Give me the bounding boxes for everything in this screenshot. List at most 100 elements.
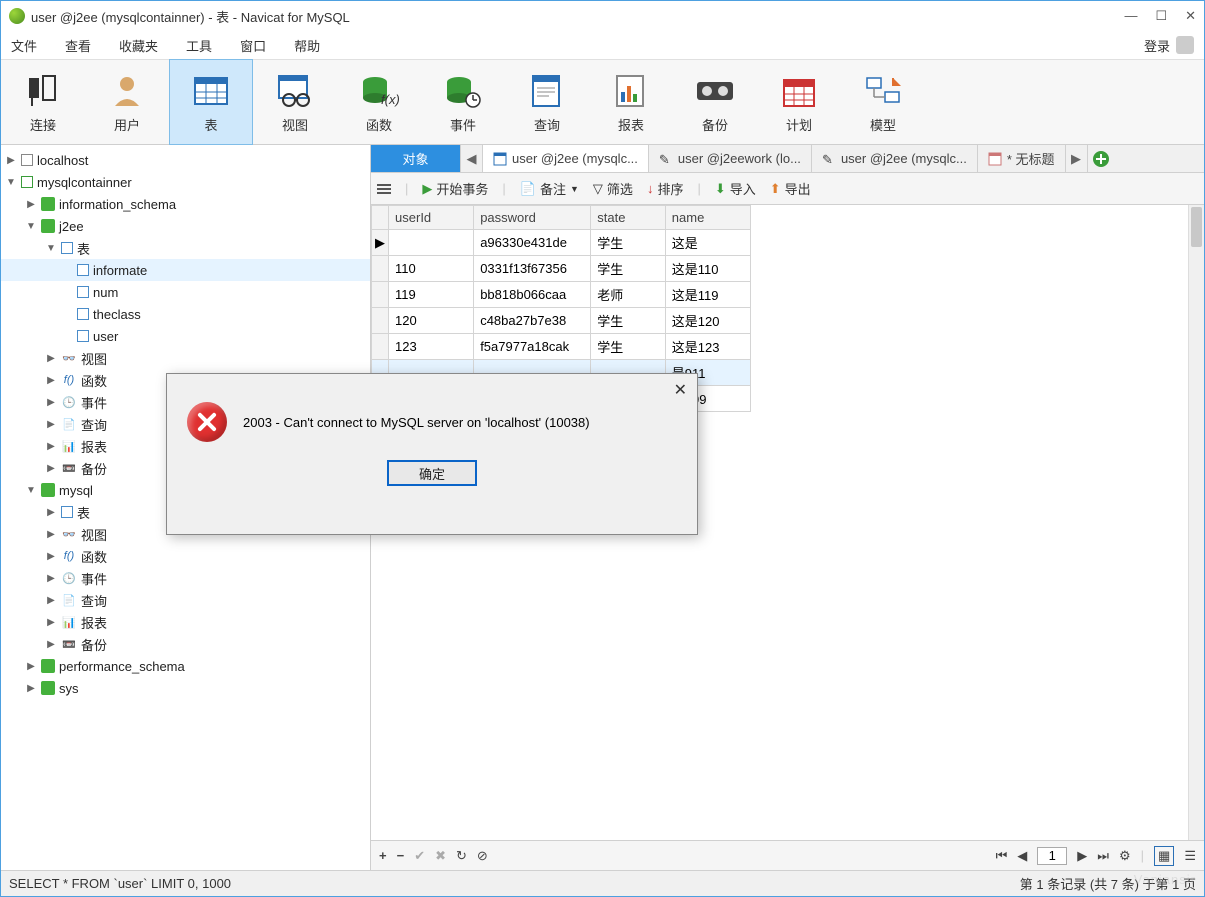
- tree-table-informate[interactable]: informate: [1, 259, 370, 281]
- cell-state[interactable]: 老师: [591, 282, 666, 308]
- toolbar-model[interactable]: 模型: [841, 60, 925, 144]
- tree-events2[interactable]: ▶🕒事件: [1, 567, 370, 589]
- vertical-scrollbar[interactable]: [1188, 205, 1204, 840]
- cell-name[interactable]: 这是110: [665, 256, 750, 282]
- cancel-button[interactable]: ✖: [435, 848, 446, 864]
- cell-password[interactable]: c48ba27b7e38: [474, 308, 591, 334]
- tree-db-sys[interactable]: ▶sys: [1, 677, 370, 699]
- menu-tools[interactable]: 工具: [186, 36, 212, 55]
- tab-next[interactable]: ▶: [1066, 145, 1088, 172]
- toolbar-table[interactable]: 表: [169, 59, 253, 145]
- menu-file[interactable]: 文件: [11, 36, 37, 55]
- dialog-ok-button[interactable]: 确定: [387, 460, 477, 486]
- close-button[interactable]: ✕: [1185, 8, 1196, 24]
- add-row-button[interactable]: +: [379, 848, 387, 863]
- tree-table-theclass[interactable]: theclass: [1, 303, 370, 325]
- delete-row-button[interactable]: −: [397, 848, 405, 863]
- tree-functions2[interactable]: ▶f()函数: [1, 545, 370, 567]
- col-password[interactable]: password: [474, 206, 591, 230]
- table-row[interactable]: ▶a96330e431de学生这是: [372, 230, 751, 256]
- toolbar-backup[interactable]: 备份: [673, 60, 757, 144]
- cell-state[interactable]: 学生: [591, 230, 666, 256]
- table-row[interactable]: 1100331f13f67356学生这是110: [372, 256, 751, 282]
- cell-userId[interactable]: 119: [389, 282, 474, 308]
- note-button[interactable]: 📄备注▼: [520, 179, 579, 198]
- col-name[interactable]: name: [665, 206, 750, 230]
- toolbar-view[interactable]: 视图: [253, 60, 337, 144]
- dialog-close-button[interactable]: ✕: [674, 380, 687, 400]
- last-page-button[interactable]: ⏭: [1097, 848, 1109, 864]
- cell-userId[interactable]: [389, 230, 474, 256]
- cell-password[interactable]: bb818b066caa: [474, 282, 591, 308]
- cell-state[interactable]: 学生: [591, 308, 666, 334]
- tree-table-num[interactable]: num: [1, 281, 370, 303]
- begin-transaction-button[interactable]: ▶开始事务: [422, 179, 488, 198]
- tab-user-j2ee-1[interactable]: user @j2ee (mysqlc...: [483, 145, 649, 172]
- cell-userId[interactable]: 120: [389, 308, 474, 334]
- cell-name[interactable]: 这是120: [665, 308, 750, 334]
- col-state[interactable]: state: [591, 206, 666, 230]
- prev-page-button[interactable]: ◀: [1017, 848, 1027, 864]
- commit-button[interactable]: ✔: [414, 848, 425, 864]
- export-button[interactable]: ⬆导出: [770, 179, 811, 198]
- form-view-button[interactable]: ☰: [1184, 848, 1196, 864]
- toolbar-query[interactable]: 查询: [505, 60, 589, 144]
- toolbar-user[interactable]: 用户: [85, 60, 169, 144]
- cell-userId[interactable]: 123: [389, 334, 474, 360]
- table-row[interactable]: 120c48ba27b7e38学生这是120: [372, 308, 751, 334]
- toolbar-function[interactable]: f(x)函数: [337, 60, 421, 144]
- tab-user-j2ee-2[interactable]: ✎user @j2ee (mysqlc...: [812, 145, 978, 172]
- tree-views[interactable]: ▶👓视图: [1, 347, 370, 369]
- toolbar-schedule[interactable]: 计划: [757, 60, 841, 144]
- tab-new[interactable]: [1088, 145, 1114, 172]
- first-page-button[interactable]: ⏮: [996, 848, 1008, 864]
- toolbar-report[interactable]: 报表: [589, 60, 673, 144]
- sort-button[interactable]: ↓排序: [647, 179, 684, 198]
- cell-name[interactable]: 这是119: [665, 282, 750, 308]
- tree-connection-localhost[interactable]: ▶localhost: [1, 149, 370, 171]
- menu-window[interactable]: 窗口: [240, 36, 266, 55]
- menu-view[interactable]: 查看: [65, 36, 91, 55]
- import-button[interactable]: ⬇导入: [715, 179, 756, 198]
- col-userid[interactable]: userId: [389, 206, 474, 230]
- tree-tables-folder[interactable]: ▼表: [1, 237, 370, 259]
- cell-name[interactable]: 这是: [665, 230, 750, 256]
- refresh-button[interactable]: ↻: [456, 848, 467, 864]
- tree-queries2[interactable]: ▶📄查询: [1, 589, 370, 611]
- next-page-button[interactable]: ▶: [1077, 848, 1087, 864]
- toolbar-event[interactable]: 事件: [421, 60, 505, 144]
- table-row[interactable]: 119bb818b066caa老师这是119: [372, 282, 751, 308]
- minimize-button[interactable]: —: [1124, 8, 1137, 24]
- maximize-button[interactable]: ☐: [1155, 8, 1167, 24]
- tree-db-information-schema[interactable]: ▶information_schema: [1, 193, 370, 215]
- tab-objects[interactable]: 对象: [371, 145, 461, 172]
- toolbar-connect[interactable]: 连接: [1, 60, 85, 144]
- tree-connection-mysqlcontainner[interactable]: ▼mysqlcontainner: [1, 171, 370, 193]
- settings-button[interactable]: ⚙: [1119, 848, 1131, 864]
- menu-favorites[interactable]: 收藏夹: [119, 36, 158, 55]
- tab-untitled[interactable]: * 无标题: [978, 145, 1066, 172]
- filter-button[interactable]: ▽筛选: [593, 179, 633, 198]
- scrollbar-thumb[interactable]: [1191, 207, 1202, 247]
- stop-button[interactable]: ⊘: [477, 848, 488, 864]
- cell-name[interactable]: 这是123: [665, 334, 750, 360]
- cell-userId[interactable]: 110: [389, 256, 474, 282]
- cell-state[interactable]: 学生: [591, 256, 666, 282]
- cell-password[interactable]: f5a7977a18cak: [474, 334, 591, 360]
- page-input[interactable]: [1037, 847, 1067, 865]
- grid-view-button[interactable]: ▦: [1154, 846, 1174, 866]
- tree-reports2[interactable]: ▶📊报表: [1, 611, 370, 633]
- tree-backups2[interactable]: ▶📼备份: [1, 633, 370, 655]
- login-link[interactable]: 登录: [1144, 36, 1194, 55]
- cell-password[interactable]: a96330e431de: [474, 230, 591, 256]
- tab-prev[interactable]: ◀: [461, 145, 483, 172]
- menu-help[interactable]: 帮助: [294, 36, 320, 55]
- table-row[interactable]: 123f5a7977a18cak学生这是123: [372, 334, 751, 360]
- tree-db-performance-schema[interactable]: ▶performance_schema: [1, 655, 370, 677]
- tree-table-user[interactable]: user: [1, 325, 370, 347]
- cell-password[interactable]: 0331f13f67356: [474, 256, 591, 282]
- cell-state[interactable]: 学生: [591, 334, 666, 360]
- tab-user-j2eework[interactable]: ✎user @j2eework (lo...: [649, 145, 812, 172]
- hamburger-button[interactable]: [377, 184, 391, 194]
- tree-db-j2ee[interactable]: ▼j2ee: [1, 215, 370, 237]
